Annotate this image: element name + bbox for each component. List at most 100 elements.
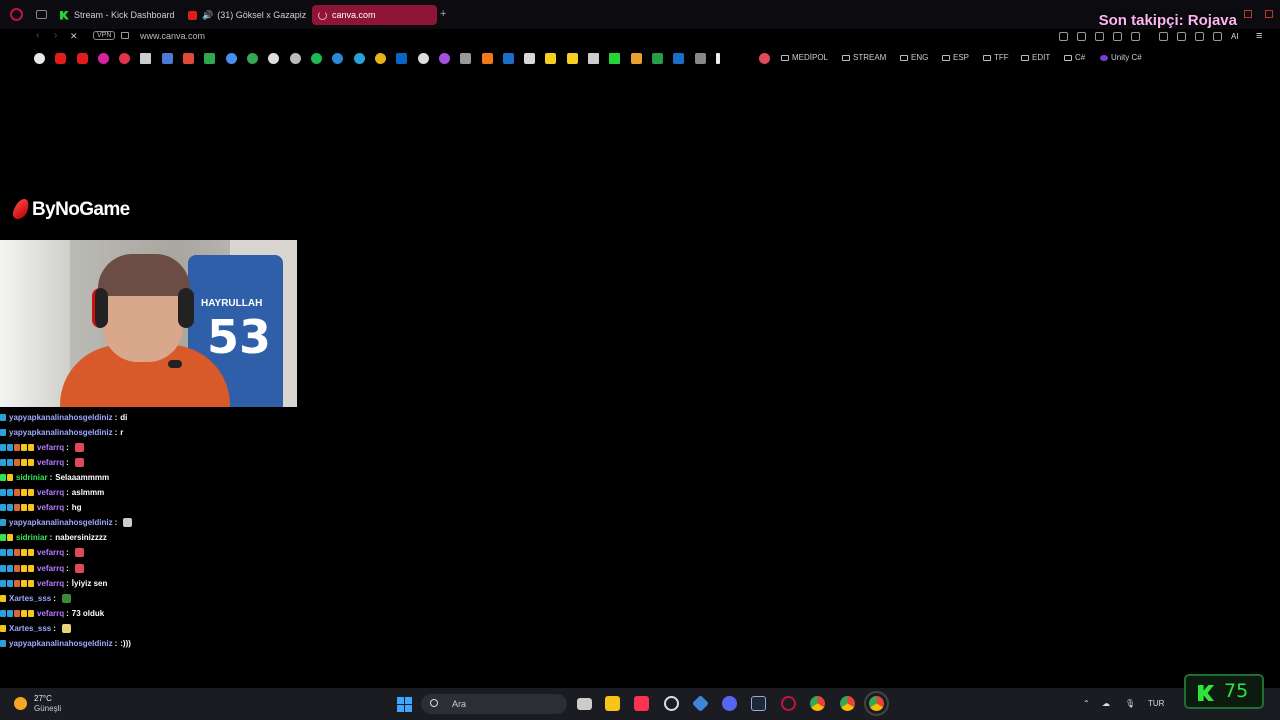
pin-icon[interactable] <box>1059 32 1068 41</box>
stop-loading-icon[interactable]: ✕ <box>70 31 78 42</box>
steam-icon[interactable] <box>751 696 766 711</box>
translate-icon[interactable] <box>1159 32 1168 41</box>
bookmark-folder-stream[interactable]: STREAM <box>842 53 886 62</box>
lock-icon[interactable] <box>121 32 129 39</box>
app-icon[interactable] <box>692 695 709 712</box>
vpn-badge[interactable]: VPN <box>93 31 116 40</box>
badge-icon <box>7 534 13 542</box>
app-icon[interactable] <box>716 53 720 64</box>
app-icon[interactable] <box>631 53 642 64</box>
bookmark-folder-esp[interactable]: ESP <box>942 53 969 62</box>
chat-username: vefarrq <box>37 488 65 497</box>
linkedin-icon[interactable] <box>396 53 407 64</box>
app-icon[interactable] <box>290 53 301 64</box>
chrome-icon[interactable] <box>810 696 825 711</box>
cloud-icon[interactable]: ☁ <box>1102 699 1110 708</box>
app-icon[interactable] <box>503 53 514 64</box>
back-arrow-icon[interactable]: ‹ <box>36 30 39 41</box>
app-icon[interactable] <box>119 53 130 64</box>
shield-icon[interactable] <box>1095 32 1104 41</box>
discord-icon[interactable] <box>722 696 737 711</box>
google-icon[interactable] <box>34 53 45 64</box>
tab-overview-icon[interactable] <box>36 10 47 19</box>
snapshot-icon[interactable] <box>1077 32 1086 41</box>
app-icon[interactable] <box>332 53 343 64</box>
opera-logo-icon[interactable] <box>10 8 23 21</box>
file-explorer-icon[interactable] <box>605 696 620 711</box>
download-icon[interactable] <box>1213 32 1222 41</box>
youtube-music-icon[interactable] <box>77 53 88 64</box>
tab-canva[interactable]: canva.com <box>312 5 437 25</box>
task-view-icon[interactable] <box>577 698 592 710</box>
bookmark-tff[interactable]: TFF <box>983 53 1009 62</box>
restore-window-icon[interactable] <box>1244 10 1252 18</box>
app-icon[interactable] <box>695 53 706 64</box>
chat-badges <box>0 428 6 436</box>
maps-icon[interactable] <box>247 53 258 64</box>
loading-spinner-icon <box>318 10 327 20</box>
speaker-icon[interactable]: 🔊 <box>202 10 213 21</box>
forward-arrow-icon[interactable]: › <box>54 30 57 41</box>
tab-youtube[interactable]: 🔊 (31) Göksel x Gazapizm <box>182 5 306 25</box>
app-icon[interactable] <box>545 53 556 64</box>
opera-gx-icon[interactable] <box>781 696 796 711</box>
chevron-up-icon[interactable]: ⌃ <box>1083 699 1090 708</box>
app-icon[interactable] <box>759 53 770 64</box>
kick-icon[interactable] <box>609 53 620 64</box>
chatgpt-icon[interactable] <box>268 53 279 64</box>
app-icon[interactable] <box>460 53 471 64</box>
chat-message: vefarrq: <box>0 561 84 575</box>
steam-icon[interactable] <box>673 53 684 64</box>
chrome-icon[interactable] <box>864 691 889 716</box>
heart-icon[interactable] <box>1131 32 1140 41</box>
app-icon[interactable] <box>375 53 386 64</box>
chat-badges <box>0 534 13 542</box>
app-icon[interactable] <box>652 53 663 64</box>
chat-separator: : <box>66 608 69 618</box>
app-icon[interactable] <box>482 53 493 64</box>
gmail-icon[interactable] <box>183 53 194 64</box>
app-icon[interactable] <box>524 53 535 64</box>
app-icon[interactable] <box>418 53 429 64</box>
chrome-icon[interactable] <box>840 696 855 711</box>
instagram-icon[interactable] <box>98 53 109 64</box>
input-language[interactable]: TUR <box>1148 699 1164 708</box>
close-window-icon[interactable] <box>1265 10 1273 18</box>
youtube-icon[interactable] <box>55 53 66 64</box>
chat-badges <box>0 413 6 421</box>
obs-icon[interactable] <box>664 696 679 711</box>
apple-music-icon[interactable] <box>634 696 649 711</box>
gemini-icon[interactable] <box>226 53 237 64</box>
app-icon[interactable] <box>439 53 450 64</box>
bookmark-unity-csharp[interactable]: Unity C# <box>1100 53 1142 62</box>
weather-condition[interactable]: Güneşli <box>34 704 61 713</box>
bookmark-folder-eng[interactable]: ENG <box>900 53 928 62</box>
start-button[interactable] <box>397 697 412 712</box>
extensions-icon[interactable] <box>1177 32 1186 41</box>
search-box[interactable]: Ara <box>421 694 567 714</box>
weather-temperature[interactable]: 27°C <box>34 694 52 703</box>
x-icon[interactable] <box>140 53 151 64</box>
url-field[interactable]: www.canva.com <box>140 31 205 41</box>
bookmark-icon[interactable] <box>162 53 173 64</box>
spotify-icon[interactable] <box>311 53 322 64</box>
menu-icon[interactable]: ≡ <box>1256 30 1262 42</box>
badge-icon <box>28 443 34 451</box>
microphone-icon[interactable]: 🎙 <box>1125 699 1135 708</box>
app-icon[interactable] <box>567 53 578 64</box>
telegram-icon[interactable] <box>354 53 365 64</box>
drive-icon[interactable] <box>204 53 215 64</box>
chat-badges <box>0 609 34 617</box>
play-icon[interactable] <box>1113 32 1122 41</box>
bookmark-folder-edit[interactable]: EDIT <box>1021 53 1050 62</box>
tab-kick-dashboard[interactable]: Stream - Kick Dashboard <box>54 5 180 25</box>
badge-icon <box>0 443 6 451</box>
sun-icon[interactable] <box>14 697 27 710</box>
ai-button[interactable]: AI <box>1231 32 1239 41</box>
document-icon[interactable] <box>588 53 599 64</box>
folder-icon <box>1021 55 1029 61</box>
bookmark-csharp[interactable]: C# <box>1064 53 1085 62</box>
bookmark-folder-medipol[interactable]: MEDİPOL <box>781 53 828 62</box>
new-tab-plus-icon[interactable]: + <box>440 8 446 20</box>
account-icon[interactable] <box>1195 32 1204 41</box>
